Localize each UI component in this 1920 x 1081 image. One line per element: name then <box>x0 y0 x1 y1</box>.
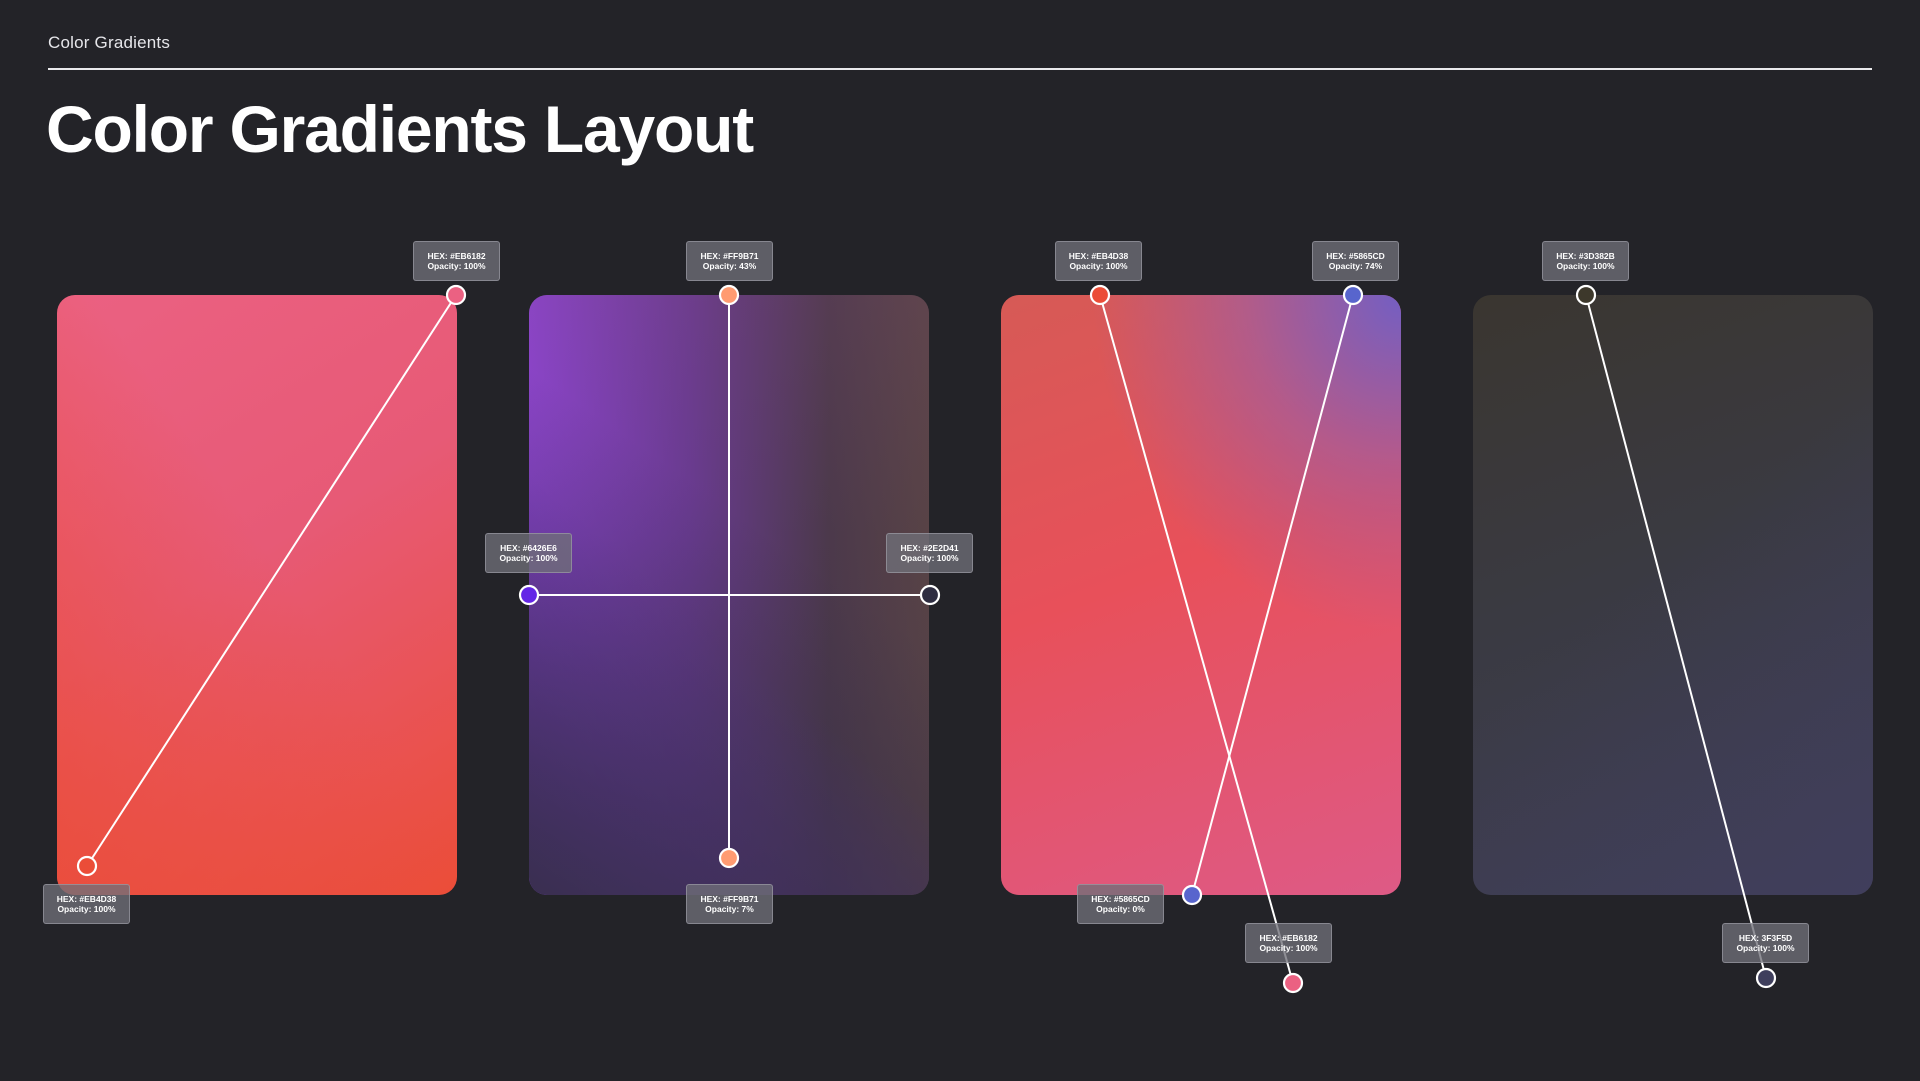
stop-tag: HEX: 3F3F5D Opacity: 100% <box>1722 923 1809 963</box>
stop-tag: HEX: #EB4D38 Opacity: 100% <box>1055 241 1142 281</box>
stop-opacity: Opacity: 100% <box>1736 943 1795 953</box>
stop-hex: HEX: #5865CD <box>1326 251 1385 261</box>
stop-tag: HEX: #EB6182 Opacity: 100% <box>1245 923 1332 963</box>
stop-tag: HEX: #FF9B71 Opacity: 7% <box>686 884 773 924</box>
stop-tag: HEX: #5865CD Opacity: 74% <box>1312 241 1399 281</box>
stop-opacity: Opacity: 0% <box>1096 904 1145 914</box>
stop-opacity: Opacity: 100% <box>57 904 116 914</box>
stop-hex: HEX: #3D382B <box>1556 251 1615 261</box>
stop-hex: HEX: #EB6182 <box>427 251 486 261</box>
stop-hex: HEX: #6426E6 <box>500 543 557 553</box>
stop-tag: HEX: #EB4D38 Opacity: 100% <box>43 884 130 924</box>
stop-tag: HEX: #5865CD Opacity: 0% <box>1077 884 1164 924</box>
gradient-card-2 <box>529 295 929 895</box>
stop-opacity: Opacity: 100% <box>1556 261 1615 271</box>
gradient-card-3 <box>1001 295 1401 895</box>
stop-opacity: Opacity: 43% <box>702 261 757 271</box>
stop-opacity: Opacity: 74% <box>1328 261 1383 271</box>
gradient-card-4 <box>1473 295 1873 895</box>
stop-opacity: Opacity: 100% <box>900 553 959 563</box>
stop-tag: HEX: #EB6182 Opacity: 100% <box>413 241 500 281</box>
stop-hex: HEX: #FF9B71 <box>700 251 759 261</box>
stop-hex: HEX: 3F3F5D <box>1738 933 1793 943</box>
stop-hex: HEX: #2E2D41 <box>900 543 959 553</box>
stop-handle[interactable] <box>1755 967 1777 989</box>
stop-opacity: Opacity: 100% <box>1259 943 1318 953</box>
stop-tag: HEX: #FF9B71 Opacity: 43% <box>686 241 773 281</box>
stop-tag: HEX: #2E2D41 Opacity: 100% <box>886 533 973 573</box>
stop-handle[interactable] <box>1282 972 1304 994</box>
stop-opacity: Opacity: 100% <box>499 553 558 563</box>
header-divider <box>48 68 1872 70</box>
stop-hex: HEX: #FF9B71 <box>700 894 759 904</box>
stop-hex: HEX: #EB4D38 <box>56 894 117 904</box>
stop-opacity: Opacity: 7% <box>705 904 754 914</box>
stop-opacity: Opacity: 100% <box>427 261 486 271</box>
page-title: Color Gradients Layout <box>46 92 754 166</box>
breadcrumb: Color Gradients <box>48 33 171 52</box>
stop-hex: HEX: #5865CD <box>1091 894 1150 904</box>
stop-tag: HEX: #3D382B Opacity: 100% <box>1542 241 1629 281</box>
stop-hex: HEX: #EB6182 <box>1259 933 1318 943</box>
gradient-card-1 <box>57 295 457 895</box>
stop-hex: HEX: #EB4D38 <box>1068 251 1129 261</box>
stop-opacity: Opacity: 100% <box>1069 261 1128 271</box>
stop-tag: HEX: #6426E6 Opacity: 100% <box>485 533 572 573</box>
